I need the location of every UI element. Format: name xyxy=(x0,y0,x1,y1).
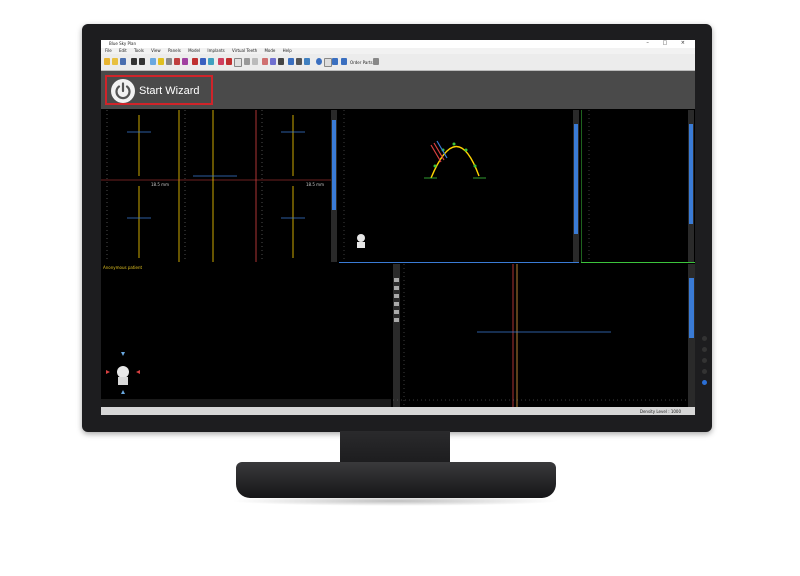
monitor-stand-base xyxy=(236,462,556,498)
cut-icon[interactable] xyxy=(262,58,268,65)
menu-item-tools[interactable]: Tools xyxy=(134,48,144,53)
menu-item-virtual-teeth[interactable]: Virtual Teeth xyxy=(232,48,257,53)
measure-label: 18.5 mm xyxy=(151,182,169,187)
pen-icon[interactable] xyxy=(278,58,284,65)
monitor-button xyxy=(701,336,707,341)
menu-item-mode[interactable]: Mode xyxy=(264,48,275,53)
grid-icon[interactable] xyxy=(324,58,332,67)
monitor-button xyxy=(701,358,707,363)
monitor-button xyxy=(701,369,707,374)
start-wizard-button[interactable]: Start Wizard xyxy=(105,75,213,105)
patient-canvas xyxy=(106,352,140,394)
sagittal-canvas xyxy=(581,110,694,262)
measure-label: 18.5 mm xyxy=(306,182,324,187)
menu-item-panels[interactable]: Panels xyxy=(168,48,181,53)
menu-item-view[interactable]: View xyxy=(151,48,161,53)
cart-icon[interactable] xyxy=(341,58,347,65)
monitor-power-button xyxy=(701,380,707,385)
tooth-icon[interactable] xyxy=(158,58,164,65)
menu-item-file[interactable]: File xyxy=(105,48,112,53)
viewport-slices[interactable]: 18.5 mm 18.5 mm xyxy=(101,110,337,262)
title-bar: Blue Sky Plan – □ × xyxy=(101,40,695,48)
tool-icon[interactable] xyxy=(373,58,379,65)
window-title: Blue Sky Plan xyxy=(109,41,136,46)
order-parts-label[interactable]: Order Parts xyxy=(350,60,373,65)
crown-icon[interactable] xyxy=(208,58,214,65)
angle-icon[interactable] xyxy=(304,58,310,65)
slices-canvas xyxy=(101,110,337,262)
guide-icon[interactable] xyxy=(270,58,276,65)
toolbar: Order Parts xyxy=(101,54,695,71)
redo-icon[interactable] xyxy=(139,58,145,65)
start-wizard-label: Start Wizard xyxy=(139,85,200,97)
scan-icon[interactable] xyxy=(252,58,258,65)
monitor-button xyxy=(701,347,707,352)
window-controls[interactable]: – □ × xyxy=(646,40,691,46)
density-level: Density Level : 1000 xyxy=(639,409,681,414)
model-icon[interactable] xyxy=(234,58,242,67)
zoom-icon[interactable] xyxy=(166,58,172,65)
viewport-arch-3d[interactable] xyxy=(339,110,579,263)
menu-item-implants[interactable]: Implants xyxy=(207,48,224,53)
rotate-icon[interactable] xyxy=(316,58,322,65)
layout-icon[interactable] xyxy=(150,58,156,65)
menu-item-help[interactable]: Help xyxy=(283,48,292,53)
curve-icon[interactable] xyxy=(182,58,188,65)
open-folder-icon[interactable] xyxy=(112,58,118,65)
app-screen: Blue Sky Plan – □ × File Edit Tools View… xyxy=(101,40,695,415)
measure-icon[interactable] xyxy=(174,58,180,65)
arch-canvas xyxy=(343,110,579,262)
draw-icon[interactable] xyxy=(218,58,224,65)
cross-section-canvas xyxy=(393,264,695,407)
status-bar: Density Level : 1000 xyxy=(101,407,695,415)
wizard-bar: Start Wizard xyxy=(101,71,695,109)
export-icon[interactable] xyxy=(332,58,338,65)
viewport-3d-patient[interactable]: Anonymous patient xyxy=(101,264,391,399)
nerve-icon[interactable] xyxy=(192,58,198,65)
ruler-icon[interactable] xyxy=(288,58,294,65)
viewport-sagittal[interactable] xyxy=(581,110,695,263)
paint-icon[interactable] xyxy=(226,58,232,65)
teeth-icon[interactable] xyxy=(244,58,250,65)
menu-item-model[interactable]: Model xyxy=(188,48,200,53)
horizontal-scrollbar[interactable] xyxy=(101,399,391,413)
save-icon[interactable] xyxy=(120,58,126,65)
new-file-icon[interactable] xyxy=(104,58,110,65)
undo-icon[interactable] xyxy=(131,58,137,65)
power-icon xyxy=(111,79,135,103)
patient-label: Anonymous patient xyxy=(103,265,143,270)
line-icon[interactable] xyxy=(296,58,302,65)
implant-icon[interactable] xyxy=(200,58,206,65)
monitor-buttons xyxy=(700,330,708,391)
menu-item-edit[interactable]: Edit xyxy=(119,48,127,53)
viewport-cross-section[interactable] xyxy=(393,264,695,407)
